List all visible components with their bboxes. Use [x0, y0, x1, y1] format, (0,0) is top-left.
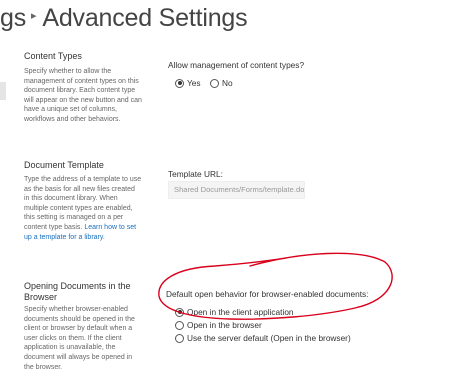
content-types-description: Specify whether to allow the management … — [24, 68, 142, 123]
document-template-description: Type the address of a template to use as… — [24, 175, 142, 242]
radio-unchecked-icon[interactable] — [175, 320, 184, 330]
server-default-label: Use the server default (Open in the brow… — [187, 333, 351, 343]
content-types-heading: Content Types — [24, 51, 82, 61]
server-default-option[interactable]: Use the server default (Open in the brow… — [175, 333, 351, 343]
open-client-label: Open in the client application — [187, 307, 294, 317]
radio-checked-icon[interactable] — [175, 307, 184, 317]
left-nav-edge[interactable] — [0, 82, 6, 100]
document-template-heading: Document Template — [24, 160, 104, 170]
open-behavior-question: Default open behavior for browser-enable… — [166, 289, 369, 299]
content-types-yes-label: Yes — [187, 78, 201, 88]
breadcrumb-separator-icon: ▸ — [31, 10, 37, 23]
page-title: gs ▸ Advanced Settings — [0, 0, 248, 38]
open-browser-option[interactable]: Open in the browser — [175, 320, 262, 330]
opening-documents-description: Specify whether browser-enabled document… — [24, 306, 135, 371]
opening-documents-heading: Opening Documents in the Browser — [24, 281, 131, 302]
open-browser-label: Open in the browser — [187, 320, 262, 330]
document-template-description-text: Type the address of a template to use as… — [24, 176, 142, 231]
breadcrumb-parent[interactable]: gs — [0, 0, 26, 36]
open-client-option[interactable]: Open in the client application — [175, 307, 294, 317]
template-url-label: Template URL: — [168, 169, 223, 179]
radio-unchecked-icon[interactable] — [175, 333, 184, 343]
radio-checked-icon[interactable] — [175, 78, 184, 88]
radio-unchecked-icon[interactable] — [210, 78, 219, 88]
content-types-question: Allow management of content types? — [168, 60, 305, 70]
content-types-no-label: No — [222, 78, 233, 88]
breadcrumb-current: Advanced Settings — [42, 4, 248, 32]
content-types-yes-option[interactable]: Yes — [175, 78, 201, 88]
content-types-no-option[interactable]: No — [210, 78, 233, 88]
template-url-field[interactable]: Shared Documents/Forms/template.dotx — [168, 181, 305, 199]
